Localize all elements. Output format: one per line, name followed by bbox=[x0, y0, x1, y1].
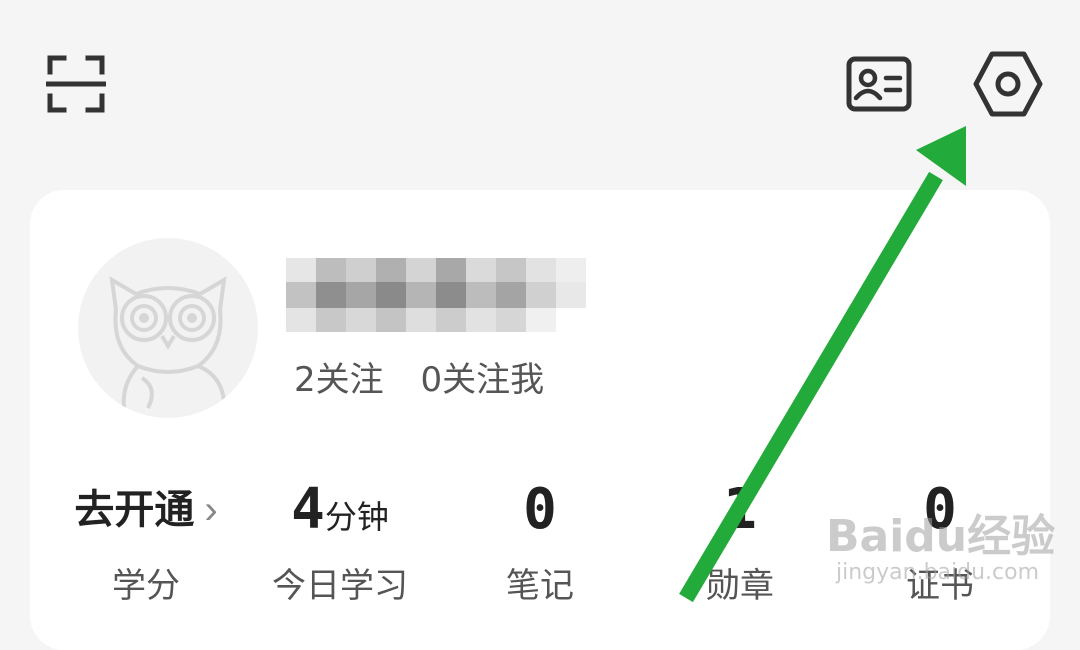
scan-icon[interactable] bbox=[46, 54, 106, 114]
username-blurred bbox=[286, 258, 586, 332]
stat-certificates-value: 0 bbox=[923, 477, 957, 542]
avatar[interactable] bbox=[78, 238, 258, 418]
stat-notes[interactable]: 0 笔记 bbox=[450, 480, 630, 607]
stat-today-study-value-row: 4分钟 bbox=[250, 480, 430, 540]
stat-notes-label: 笔记 bbox=[506, 566, 574, 606]
stat-credit[interactable]: 去开通 › 学分 bbox=[56, 480, 236, 607]
stat-today-study[interactable]: 4分钟 今日学习 bbox=[250, 480, 430, 607]
stat-today-study-unit: 分钟 bbox=[324, 499, 389, 535]
following-count[interactable]: 2关注 bbox=[294, 360, 384, 400]
stat-badges-label: 勋章 bbox=[706, 566, 774, 606]
activate-link[interactable]: 去开通 bbox=[74, 480, 194, 540]
settings-icon[interactable] bbox=[972, 48, 1044, 120]
owl-avatar-icon bbox=[109, 276, 227, 418]
stat-today-study-label: 今日学习 bbox=[272, 566, 408, 606]
stat-badges-value: 1 bbox=[723, 477, 757, 542]
stat-certificates-label: 证书 bbox=[906, 566, 974, 606]
id-card-icon[interactable] bbox=[846, 56, 912, 112]
stat-certificates[interactable]: 0 证书 bbox=[850, 480, 1030, 607]
chevron-right-icon: › bbox=[204, 488, 218, 532]
profile-card: 2关注 0关注我 去开通 › 学分 4分钟 今日学习 0 笔记 1 勋章 0 证… bbox=[30, 190, 1050, 650]
stat-notes-value: 0 bbox=[523, 477, 557, 542]
stat-today-study-value: 4 bbox=[291, 477, 325, 542]
stat-credit-label: 学分 bbox=[112, 566, 180, 606]
stat-credit-value-row: 去开通 › bbox=[56, 480, 236, 540]
followers-count[interactable]: 0关注我 bbox=[420, 360, 544, 400]
top-toolbar bbox=[0, 0, 1080, 180]
stat-badges[interactable]: 1 勋章 bbox=[650, 480, 830, 607]
follow-stats: 2关注 0关注我 bbox=[294, 352, 570, 401]
